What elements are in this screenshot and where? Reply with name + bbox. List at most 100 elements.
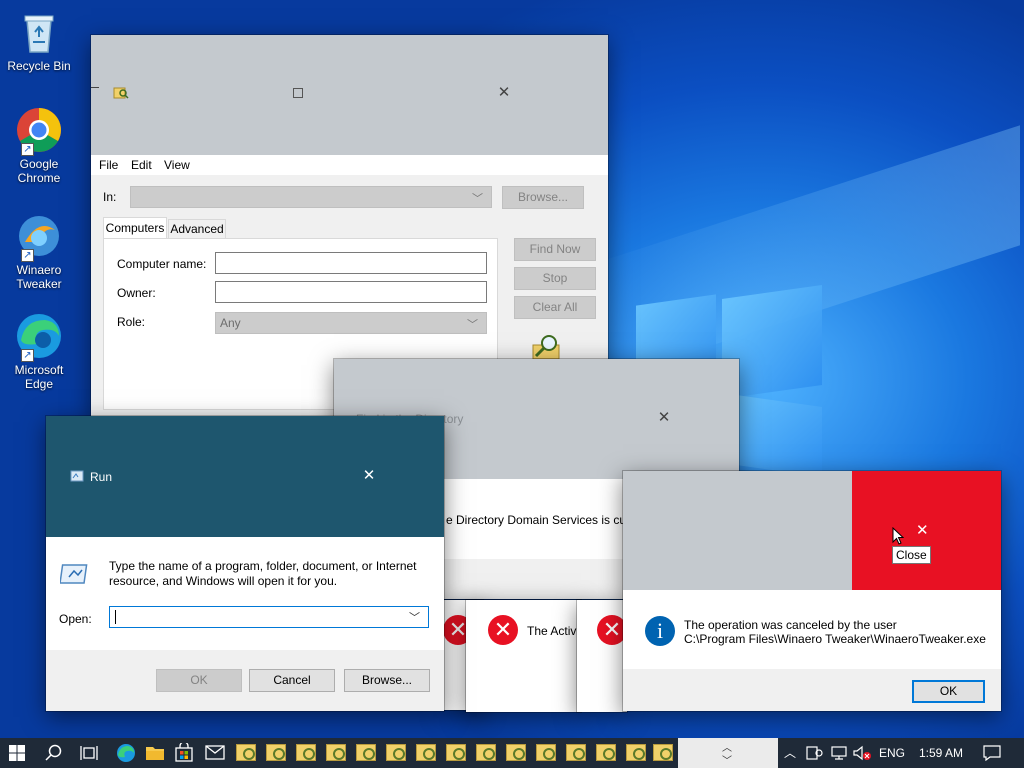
close-icon[interactable]: ✕ (916, 521, 929, 539)
info-icon: i (645, 616, 675, 646)
close-button[interactable]: ✕ Close (852, 471, 1001, 590)
desktop-icon-recycle-bin[interactable]: Recycle Bin (4, 8, 74, 73)
file-explorer-icon[interactable] (145, 744, 165, 761)
chevron-down-icon[interactable]: ﹀ (722, 752, 732, 767)
find-window-taskbar-icon[interactable] (416, 744, 436, 761)
clock[interactable]: 1:59 AM (919, 746, 963, 760)
find-window-taskbar-icon[interactable] (356, 744, 376, 761)
chrome-icon: ↗ (15, 106, 63, 156)
search-icon[interactable] (45, 744, 63, 762)
notifications-icon[interactable] (983, 745, 1001, 762)
find-window-taskbar-icon[interactable] (536, 744, 556, 761)
store-icon[interactable] (175, 741, 193, 762)
text-caret (115, 610, 116, 624)
chevron-down-icon: ﹀ (472, 193, 483, 205)
find-window-taskbar-icon[interactable] (506, 744, 526, 761)
error-message-partial: The Activ (527, 624, 577, 638)
menu-file[interactable]: File (99, 158, 118, 172)
in-combobox[interactable]: ﹀ (130, 186, 492, 208)
role-label: Role: (117, 315, 146, 329)
edge-icon: ↗ (15, 312, 63, 362)
find-now-button[interactable]: Find Now (514, 238, 596, 261)
mouse-cursor-icon (892, 526, 905, 545)
desktop-icon-label: Winaero Tweaker (16, 263, 62, 291)
run-app-icon (59, 562, 90, 586)
taskbar: ︿ ﹀ ︿ ENG 1:59 AM (0, 738, 1024, 768)
language-indicator[interactable]: ENG (879, 746, 905, 760)
chevron-down-icon[interactable]: ﹀ (409, 609, 420, 625)
shortcut-arrow-icon: ↗ (21, 349, 34, 362)
dialog-titlebar[interactable]: ✕ Close (623, 471, 1001, 590)
computer-name-label: Computer name: (117, 257, 207, 271)
chevron-down-icon: ﹀ (467, 319, 478, 331)
winaero-tweaker-icon: ↗ (15, 212, 63, 262)
find-window-taskbar-icon[interactable] (266, 744, 286, 761)
defender-icon[interactable] (806, 745, 824, 761)
find-window-taskbar-icon[interactable] (236, 744, 256, 761)
owner-label: Owner: (117, 286, 156, 300)
message-line-2: C:\Program Files\Winaero Tweaker\Winaero… (684, 632, 986, 646)
network-icon[interactable] (830, 745, 848, 761)
computer-name-input[interactable] (215, 252, 487, 274)
menu-view[interactable]: View (164, 158, 190, 172)
run-icon (70, 470, 84, 482)
ok-button[interactable]: OK (912, 680, 985, 703)
desktop-icon-label: Recycle Bin (7, 59, 71, 73)
shortcut-arrow-icon: ↗ (21, 143, 34, 156)
task-view-icon[interactable] (80, 744, 98, 762)
open-label: Open: (59, 612, 92, 626)
close-icon[interactable]: ✕ (641, 408, 687, 426)
volume-muted-icon[interactable] (852, 745, 872, 761)
tab-computers[interactable]: Computers (103, 217, 167, 239)
run-title: Run (90, 470, 113, 484)
desktop-icon-label: Google Chrome (17, 157, 61, 185)
menu-bar: File Edit View (91, 155, 608, 175)
browse-button[interactable]: Browse... (502, 186, 584, 209)
role-combobox[interactable]: Any ﹀ (215, 312, 487, 334)
minimize-icon[interactable] (91, 87, 99, 88)
run-titlebar[interactable]: Run ✕ (46, 416, 444, 537)
role-value: Any (220, 316, 241, 330)
find-window-taskbar-icon[interactable] (626, 744, 646, 761)
tab-advanced[interactable]: Advanced (168, 219, 226, 239)
edge-taskbar-icon[interactable] (116, 743, 136, 763)
windows-start-icon[interactable] (9, 745, 25, 761)
find-window-titlebar[interactable]: ✕ (91, 35, 608, 155)
close-icon[interactable]: ✕ (481, 83, 527, 101)
browse-button[interactable]: Browse... (344, 669, 430, 692)
find-window-taskbar-icon[interactable] (476, 744, 496, 761)
owner-input[interactable] (215, 281, 487, 303)
run-description: Type the name of a program, folder, docu… (109, 559, 417, 588)
close-icon[interactable]: ✕ (346, 466, 392, 484)
run-dialog: Run ✕ Type the name of a program, folder… (46, 416, 444, 711)
error-dialog-stack-2: ✕ The Activ (466, 600, 581, 712)
clear-all-button[interactable]: Clear All (514, 296, 596, 319)
close-tooltip: Close (892, 546, 931, 564)
find-window-taskbar-icon[interactable] (446, 744, 466, 761)
shortcut-arrow-icon: ↗ (21, 249, 34, 262)
desktop-icon-google-chrome[interactable]: ↗ Google Chrome (4, 106, 74, 185)
open-input[interactable]: ﹀ (109, 606, 429, 628)
mail-icon[interactable] (205, 745, 225, 760)
find-window-taskbar-icon[interactable] (296, 744, 316, 761)
find-window-taskbar-icon[interactable] (386, 744, 406, 761)
error-icon: ✕ (488, 615, 518, 645)
winaero-error-dialog: ✕ Close i The operation was canceled by … (623, 471, 1001, 711)
find-window-taskbar-icon[interactable] (653, 744, 673, 761)
find-window-taskbar-icon[interactable] (326, 744, 346, 761)
desktop-icon-winaero-tweaker[interactable]: ↗ Winaero Tweaker (4, 212, 74, 291)
stop-button[interactable]: Stop (514, 267, 596, 290)
show-hidden-icons-chevron-icon[interactable]: ︿ (784, 744, 796, 761)
desktop-icon-microsoft-edge[interactable]: ↗ Microsoft Edge (4, 312, 74, 391)
in-label: In: (103, 190, 117, 204)
ok-button[interactable]: OK (156, 669, 242, 692)
find-window-icon (113, 85, 129, 101)
menu-edit[interactable]: Edit (131, 158, 152, 172)
taskbar-scroll-area[interactable]: ︿ ﹀ (678, 738, 778, 768)
message-line-1: The operation was canceled by the user (684, 618, 897, 632)
search-animation-icon (531, 333, 563, 361)
find-window-taskbar-icon[interactable] (566, 744, 586, 761)
cancel-button[interactable]: Cancel (249, 669, 335, 692)
maximize-icon[interactable] (293, 88, 303, 98)
find-window-taskbar-icon[interactable] (596, 744, 616, 761)
